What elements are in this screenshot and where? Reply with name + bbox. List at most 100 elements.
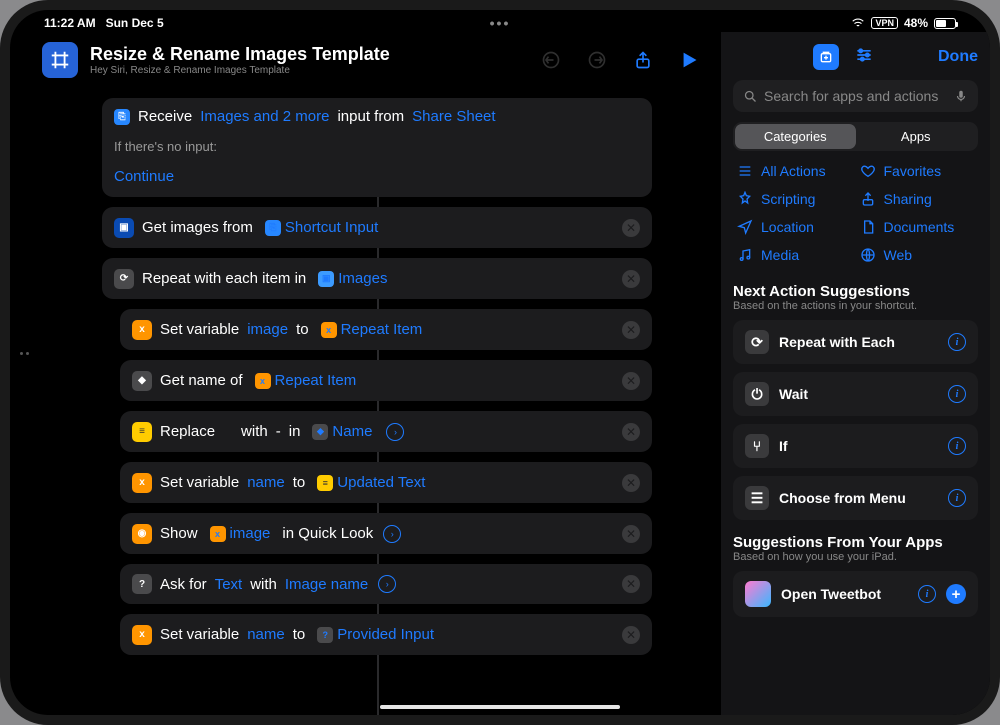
- no-input-action[interactable]: Continue: [114, 168, 174, 185]
- multitask-indicator[interactable]: •••: [490, 15, 511, 31]
- variable-updated-text[interactable]: Updated Text: [337, 474, 425, 491]
- siri-phrase: Hey Siri, Resize & Rename Images Templat…: [90, 65, 528, 76]
- expand-action-button[interactable]: ›: [383, 525, 401, 543]
- status-bar: 11:22 AM Sun Dec 5 ••• VPN 48%: [10, 10, 990, 32]
- add-action-button[interactable]: [813, 44, 839, 70]
- variable-provided-input[interactable]: Provided Input: [337, 626, 434, 643]
- repeat-icon: ⟳: [114, 269, 134, 289]
- action-quick-look[interactable]: ◉ Show ximage in Quick Look › ✕: [120, 513, 652, 554]
- info-button[interactable]: i: [948, 385, 966, 403]
- remove-action-button[interactable]: ✕: [622, 219, 640, 237]
- wifi-icon: [851, 16, 865, 30]
- input-source[interactable]: Share Sheet: [412, 108, 495, 125]
- remove-action-button[interactable]: ✕: [622, 525, 640, 543]
- images-var-icon: ▣: [318, 271, 334, 287]
- action-repeat[interactable]: ⟳ Repeat with each item in ▣Images ✕: [102, 258, 652, 299]
- redo-button[interactable]: [586, 49, 608, 71]
- add-suggestion-button[interactable]: +: [946, 584, 966, 604]
- category-media[interactable]: Media: [737, 247, 852, 263]
- text-icon: ≡: [132, 422, 152, 442]
- tab-apps[interactable]: Apps: [856, 124, 977, 149]
- category-web[interactable]: Web: [860, 247, 975, 263]
- settings-button[interactable]: [853, 44, 875, 66]
- status-time: 11:22 AM: [44, 16, 96, 30]
- multitask-dots[interactable]: [20, 352, 29, 355]
- search-placeholder: Search for apps and actions: [764, 88, 938, 104]
- variable-repeat-item[interactable]: Repeat Item: [341, 321, 423, 338]
- remove-action-button[interactable]: ✕: [622, 575, 640, 593]
- from-label: input from: [337, 108, 404, 125]
- remove-action-button[interactable]: ✕: [622, 474, 640, 492]
- quicklook-icon: ◉: [132, 524, 152, 544]
- category-documents[interactable]: Documents: [860, 219, 975, 235]
- mic-icon[interactable]: [954, 89, 968, 103]
- info-button[interactable]: i: [918, 585, 936, 603]
- action-get-images[interactable]: ▣ Get images from ⎘Shortcut Input ✕: [102, 207, 652, 248]
- variable-name[interactable]: Name: [332, 423, 372, 440]
- category-favorites[interactable]: Favorites: [860, 163, 975, 179]
- action-label: Set variable: [160, 626, 239, 643]
- category-all-actions[interactable]: All Actions: [737, 163, 852, 179]
- variable-icon: x: [132, 473, 152, 493]
- run-button[interactable]: [678, 49, 700, 71]
- remove-action-button[interactable]: ✕: [622, 626, 640, 644]
- input-types[interactable]: Images and 2 more: [200, 108, 329, 125]
- remove-action-button[interactable]: ✕: [622, 372, 640, 390]
- category-sharing[interactable]: Sharing: [860, 191, 975, 207]
- in-label: in: [289, 423, 301, 440]
- suggestion-repeat-each[interactable]: ⟳ Repeat with Each i: [733, 320, 978, 364]
- next-suggestions-title: Next Action Suggestions: [733, 277, 978, 300]
- actions-canvas[interactable]: ⎘ Receive Images and 2 more input from S…: [42, 84, 712, 715]
- remove-action-button[interactable]: ✕: [622, 270, 640, 288]
- var-name[interactable]: name: [247, 626, 285, 643]
- shortcut-icon[interactable]: [42, 42, 78, 78]
- to-label: to: [293, 626, 306, 643]
- suggestion-choose-menu[interactable]: ☰ Choose from Menu i: [733, 476, 978, 520]
- suggestion-if[interactable]: ⑂ If i: [733, 424, 978, 468]
- library-tabs[interactable]: Categories Apps: [733, 122, 978, 151]
- info-button[interactable]: i: [948, 437, 966, 455]
- action-set-var-name[interactable]: x Set variable name to ≡Updated Text ✕: [120, 462, 652, 503]
- variable-images[interactable]: Images: [338, 270, 387, 287]
- expand-action-button[interactable]: ›: [386, 423, 404, 441]
- remove-action-button[interactable]: ✕: [622, 423, 640, 441]
- ask-prompt[interactable]: Image name: [285, 576, 368, 593]
- info-button[interactable]: i: [948, 489, 966, 507]
- search-input[interactable]: Search for apps and actions: [733, 80, 978, 112]
- with-label: with: [250, 576, 277, 593]
- magic-var-icon: x: [210, 526, 226, 542]
- action-label: Show: [160, 525, 198, 542]
- undo-button[interactable]: [540, 49, 562, 71]
- replace-value[interactable]: -: [276, 423, 281, 440]
- action-set-var-name-2[interactable]: x Set variable name to ?Provided Input ✕: [120, 614, 652, 655]
- battery-pct: 48%: [904, 16, 928, 30]
- home-indicator[interactable]: [380, 705, 620, 709]
- repeat-icon: ⟳: [745, 330, 769, 354]
- info-button[interactable]: i: [948, 333, 966, 351]
- action-label: Set variable: [160, 474, 239, 491]
- app-suggestions-subtitle: Based on how you use your iPad.: [733, 551, 978, 571]
- share-button[interactable]: [632, 49, 654, 71]
- var-name[interactable]: name: [247, 474, 285, 491]
- shortcut-title[interactable]: Resize & Rename Images Template: [90, 44, 528, 65]
- action-set-var-image[interactable]: x Set variable image to xRepeat Item ✕: [120, 309, 652, 350]
- tag-icon: ◆: [132, 371, 152, 391]
- done-button[interactable]: Done: [938, 48, 978, 66]
- vpn-badge: VPN: [871, 17, 898, 29]
- tab-categories[interactable]: Categories: [735, 124, 856, 149]
- input-settings-card[interactable]: ⎘ Receive Images and 2 more input from S…: [102, 98, 652, 197]
- action-replace-text[interactable]: ≡ Replace with - in ◆Name › ✕: [120, 411, 652, 452]
- var-name[interactable]: image: [247, 321, 288, 338]
- variable-image[interactable]: image: [230, 525, 271, 542]
- variable-repeat-item[interactable]: Repeat Item: [275, 372, 357, 389]
- expand-action-button[interactable]: ›: [378, 575, 396, 593]
- remove-action-button[interactable]: ✕: [622, 321, 640, 339]
- suggestion-wait[interactable]: ⏻ Wait i: [733, 372, 978, 416]
- action-get-name[interactable]: ◆ Get name of xRepeat Item ✕: [120, 360, 652, 401]
- ask-type[interactable]: Text: [215, 576, 243, 593]
- action-ask-input[interactable]: ? Ask for Text with Image name › ✕: [120, 564, 652, 604]
- variable-shortcut-input[interactable]: Shortcut Input: [285, 219, 378, 236]
- category-scripting[interactable]: Scripting: [737, 191, 852, 207]
- category-location[interactable]: Location: [737, 219, 852, 235]
- suggestion-open-tweetbot[interactable]: Open Tweetbot i +: [733, 571, 978, 617]
